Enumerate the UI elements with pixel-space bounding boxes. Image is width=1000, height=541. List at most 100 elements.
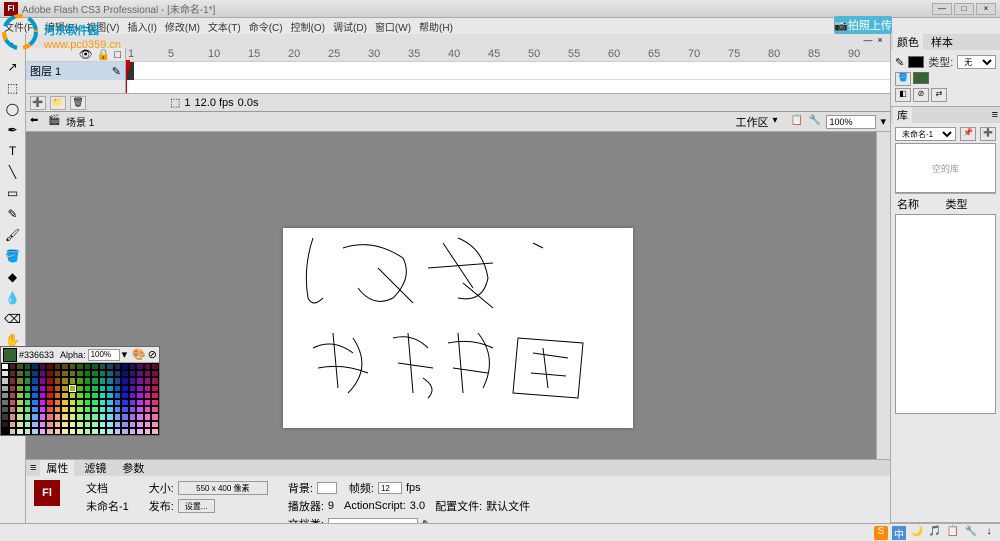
color-cell[interactable] (84, 392, 92, 399)
color-cell[interactable] (91, 399, 99, 406)
upload-button[interactable]: 📷 拍照上传 (834, 16, 892, 34)
visibility-icon[interactable]: 👁 (79, 48, 93, 61)
color-cell[interactable] (1, 413, 9, 420)
color-cell[interactable] (46, 363, 54, 370)
color-cell[interactable] (16, 406, 24, 413)
color-cell[interactable] (39, 363, 47, 370)
col-name[interactable]: 名称 (897, 196, 946, 212)
color-cell[interactable] (144, 421, 152, 428)
color-cell[interactable] (9, 413, 17, 420)
color-cell[interactable] (24, 413, 32, 420)
color-cell[interactable] (99, 363, 107, 370)
pencil-tool[interactable]: ✎ (2, 204, 24, 224)
color-cell[interactable] (54, 385, 62, 392)
color-cell[interactable] (121, 363, 129, 370)
color-cell[interactable] (54, 377, 62, 384)
color-cell[interactable] (106, 421, 114, 428)
color-wheel-icon[interactable]: 🎨 (132, 348, 146, 361)
color-cell[interactable] (54, 421, 62, 428)
color-cell[interactable] (91, 421, 99, 428)
color-cell[interactable] (144, 392, 152, 399)
color-cell[interactable] (121, 392, 129, 399)
color-cell[interactable] (151, 370, 159, 377)
color-cell[interactable] (129, 421, 137, 428)
color-cell[interactable] (16, 428, 24, 435)
color-cell[interactable] (9, 399, 17, 406)
menu-help[interactable]: 帮助(H) (419, 19, 453, 34)
color-cell[interactable] (39, 399, 47, 406)
color-cell[interactable] (31, 385, 39, 392)
color-cell[interactable] (106, 399, 114, 406)
color-cell[interactable] (24, 392, 32, 399)
color-cell[interactable] (136, 399, 144, 406)
alpha-input[interactable] (88, 349, 120, 361)
vertical-scrollbar[interactable] (876, 132, 890, 509)
color-cell[interactable] (24, 370, 32, 377)
color-cell[interactable] (16, 370, 24, 377)
color-cell[interactable] (54, 413, 62, 420)
tab-parameters[interactable]: 参数 (116, 460, 150, 476)
color-cell[interactable] (129, 392, 137, 399)
color-cell[interactable] (106, 406, 114, 413)
no-color-icon[interactable]: ⊘ (148, 348, 157, 361)
color-cell[interactable] (144, 399, 152, 406)
line-tool[interactable]: ╲ (2, 162, 24, 182)
color-cell[interactable] (106, 428, 114, 435)
menu-view[interactable]: 视图(V) (86, 19, 119, 34)
music-icon[interactable]: 🎵 (928, 526, 942, 540)
color-cell[interactable] (151, 406, 159, 413)
edit-symbol-icon[interactable]: 🔧 (808, 115, 822, 129)
color-cell[interactable] (151, 377, 159, 384)
color-cell[interactable] (106, 385, 114, 392)
color-cell[interactable] (114, 370, 122, 377)
hex-value[interactable]: #336633 (19, 350, 54, 360)
color-cell[interactable] (99, 385, 107, 392)
color-cell[interactable] (16, 377, 24, 384)
color-grid[interactable] (1, 363, 159, 435)
color-cell[interactable] (99, 428, 107, 435)
color-cell[interactable] (46, 377, 54, 384)
color-cell[interactable] (144, 385, 152, 392)
timeline-minimize-icon[interactable]: — (862, 35, 874, 47)
color-cell[interactable] (1, 428, 9, 435)
ink-bottle-tool[interactable]: 🪣 (2, 246, 24, 266)
delete-layer-button[interactable]: 🗑 (70, 96, 86, 110)
paint-bucket-tool[interactable]: ◆ (2, 267, 24, 287)
zoom-select[interactable] (826, 115, 876, 129)
color-cell[interactable] (99, 413, 107, 420)
color-cell[interactable] (151, 392, 159, 399)
color-cell[interactable] (76, 370, 84, 377)
lasso-tool[interactable]: ◯ (2, 99, 24, 119)
color-cell[interactable] (31, 392, 39, 399)
color-cell[interactable] (46, 385, 54, 392)
color-cell[interactable] (9, 428, 17, 435)
color-cell[interactable] (16, 392, 24, 399)
color-cell[interactable] (76, 406, 84, 413)
color-cell[interactable] (114, 363, 122, 370)
back-icon[interactable]: ⬅ (30, 115, 44, 129)
color-cell[interactable] (54, 370, 62, 377)
menu-modify[interactable]: 修改(M) (165, 19, 200, 34)
color-cell[interactable] (151, 399, 159, 406)
color-cell[interactable] (136, 363, 144, 370)
color-cell[interactable] (99, 392, 107, 399)
color-cell[interactable] (91, 377, 99, 384)
color-cell[interactable] (151, 421, 159, 428)
stroke-swatch[interactable] (908, 56, 924, 68)
color-cell[interactable] (114, 421, 122, 428)
color-cell[interactable] (61, 377, 69, 384)
new-lib-icon[interactable]: ➕ (980, 127, 996, 141)
color-cell[interactable] (69, 363, 77, 370)
pin-icon[interactable]: 📌 (960, 127, 976, 141)
color-cell[interactable] (24, 363, 32, 370)
pen-tool[interactable]: ✒ (2, 120, 24, 140)
outline-icon[interactable]: □ (114, 49, 121, 61)
zoom-dropdown-icon[interactable]: ▾ (880, 115, 886, 128)
tab-filters[interactable]: 滤镜 (78, 460, 112, 476)
color-cell[interactable] (61, 399, 69, 406)
color-cell[interactable] (76, 428, 84, 435)
color-cell[interactable] (31, 413, 39, 420)
color-cell[interactable] (31, 363, 39, 370)
color-cell[interactable] (121, 377, 129, 384)
color-cell[interactable] (69, 413, 77, 420)
